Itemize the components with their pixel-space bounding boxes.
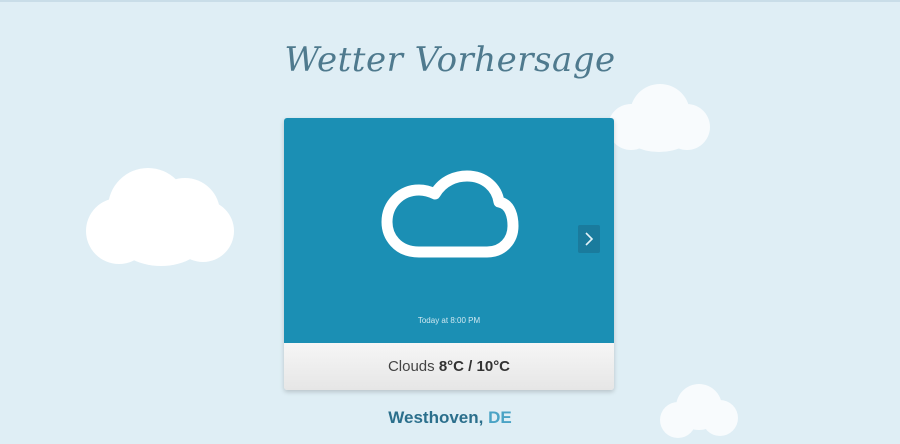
next-forecast-button[interactable] (578, 225, 600, 253)
location-country: DE (488, 408, 512, 427)
forecast-time: Today at 8:00 PM (417, 316, 481, 325)
weather-summary: Clouds 8°C / 10°C (284, 343, 614, 390)
cloud-icon (381, 170, 519, 258)
weather-condition: Clouds (387, 358, 435, 375)
location-city: Westhoven (388, 408, 479, 427)
weather-card-top: Today at 8:00 PM (284, 118, 614, 343)
page-title: Wetter Vorhersage (284, 40, 616, 80)
top-divider (0, 0, 900, 2)
chevron-right-icon (585, 232, 594, 246)
weather-card: Today at 8:00 PM Clouds 8°C / 10°C (284, 118, 614, 390)
background-cloud-right-top (608, 84, 712, 156)
background-cloud-left (86, 168, 236, 268)
location-separator: , (478, 408, 489, 427)
location: Westhoven, DE (0, 408, 900, 428)
temperature-range: 8°C / 10°C (438, 358, 511, 375)
